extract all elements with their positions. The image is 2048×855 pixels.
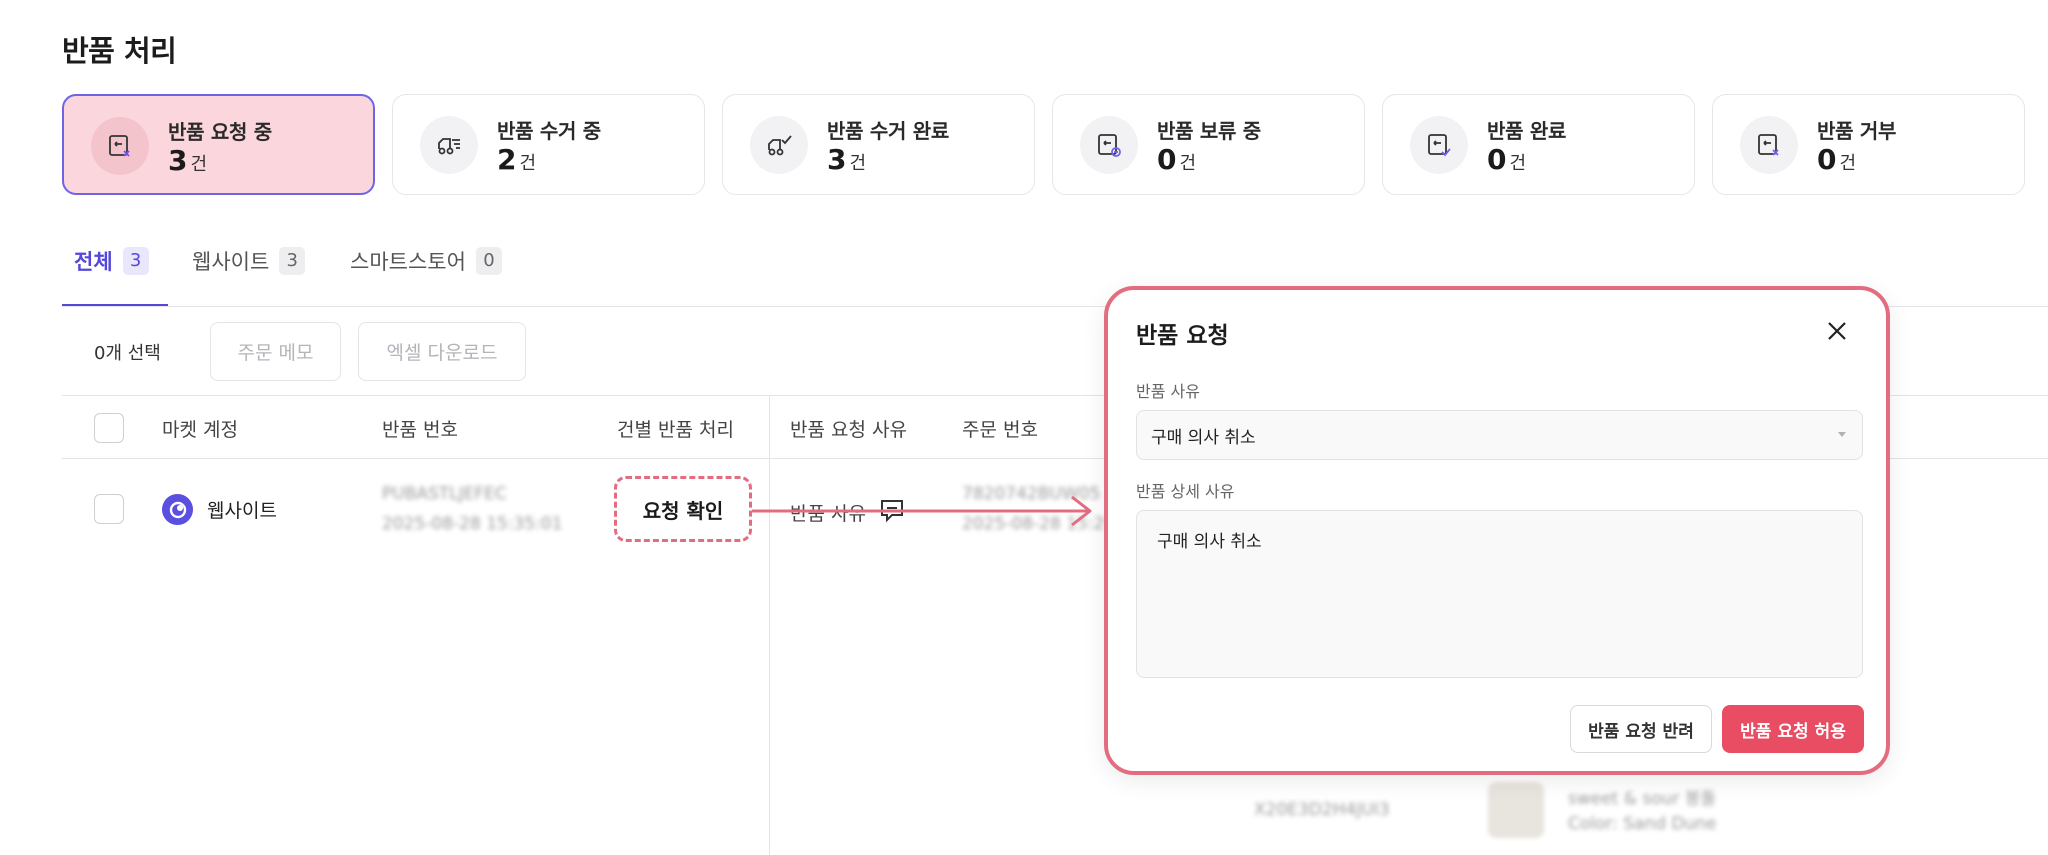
detail-reason-textarea[interactable]: 구매 의사 취소 bbox=[1136, 510, 1863, 678]
status-card-unit: 건 bbox=[849, 153, 867, 174]
return-date: 2025-08-28 15:35:01 bbox=[382, 514, 563, 534]
return-complete-icon bbox=[1410, 116, 1468, 174]
tab-label: 웹사이트 bbox=[192, 250, 270, 274]
status-card-hold[interactable]: 반품 보류 중 0건 bbox=[1052, 94, 1365, 195]
reason-select[interactable]: 구매 의사 취소 bbox=[1136, 410, 1863, 460]
website-logo-icon bbox=[162, 494, 193, 525]
status-card-pickup[interactable]: 반품 수거 중 2건 bbox=[392, 94, 705, 195]
product-thumbnail bbox=[1488, 782, 1544, 838]
status-card-unit: 건 bbox=[1509, 153, 1527, 174]
reason-field-label: 반품 사유 bbox=[1136, 382, 1200, 401]
status-card-count: 3 bbox=[168, 144, 188, 177]
tab-count-badge: 0 bbox=[475, 247, 502, 275]
detail-field-label: 반품 상세 사유 bbox=[1136, 482, 1235, 501]
tab-count-badge: 3 bbox=[279, 247, 306, 275]
reason-select-value: 구매 의사 취소 bbox=[1151, 427, 1256, 448]
column-divider bbox=[769, 396, 770, 855]
status-card-pickup-done[interactable]: 반품 수거 완료 3건 bbox=[722, 94, 1035, 195]
status-card-label: 반품 요청 중 bbox=[168, 120, 272, 144]
selected-count: 0개 선택 bbox=[94, 343, 161, 364]
status-card-unit: 건 bbox=[1179, 153, 1197, 174]
return-request-icon bbox=[91, 117, 149, 175]
pickup-truck-icon bbox=[420, 116, 478, 174]
tab-label: 전체 bbox=[74, 250, 113, 274]
column-header-market: 마켓 계정 bbox=[162, 419, 238, 441]
status-card-count: 0 bbox=[1487, 143, 1507, 176]
product-name: sweet & sour 봉돌 bbox=[1568, 789, 1717, 809]
allow-request-button[interactable]: 반품 요청 허용 bbox=[1722, 705, 1864, 753]
return-number: PUBASTLJEFEC bbox=[382, 484, 507, 504]
modal-title: 반품 요청 bbox=[1136, 323, 1229, 349]
return-request-modal: 반품 요청 반품 사유 구매 의사 취소 반품 상세 사유 구매 의사 취소 반… bbox=[1104, 286, 1890, 775]
select-all-checkbox[interactable] bbox=[94, 413, 124, 443]
status-card-label: 반품 거부 bbox=[1817, 119, 1897, 143]
status-card-count: 2 bbox=[497, 143, 517, 176]
status-card-count: 3 bbox=[827, 143, 847, 176]
order-number: X20E3D2H4JUI3 bbox=[1254, 800, 1390, 820]
status-card-requesting[interactable]: 반품 요청 중 3건 bbox=[62, 94, 375, 195]
row-checkbox[interactable] bbox=[94, 494, 124, 524]
column-header-return-no: 반품 번호 bbox=[382, 419, 458, 441]
status-card-count: 0 bbox=[1817, 143, 1837, 176]
request-confirm-button[interactable]: 요청 확인 bbox=[614, 476, 752, 542]
tab-website[interactable]: 웹사이트 3 bbox=[192, 246, 306, 276]
return-hold-icon bbox=[1080, 116, 1138, 174]
status-card-unit: 건 bbox=[190, 154, 208, 175]
tab-all[interactable]: 전체 3 bbox=[74, 246, 149, 276]
status-card-unit: 건 bbox=[519, 153, 537, 174]
status-card-label: 반품 수거 중 bbox=[497, 119, 601, 143]
market-account: 웹사이트 bbox=[162, 494, 277, 525]
product-option: Color: Sand Dune bbox=[1568, 814, 1717, 834]
column-header-reason: 반품 요청 사유 bbox=[790, 419, 907, 441]
tab-label: 스마트스토어 bbox=[350, 250, 466, 274]
pickup-done-icon bbox=[750, 116, 808, 174]
status-card-label: 반품 완료 bbox=[1487, 119, 1567, 143]
market-name: 웹사이트 bbox=[207, 500, 277, 522]
callout-arrow-icon bbox=[752, 495, 1092, 527]
chevron-down-icon bbox=[1838, 432, 1846, 437]
status-card-count: 0 bbox=[1157, 143, 1177, 176]
order-memo-button[interactable]: 주문 메모 bbox=[210, 322, 341, 381]
status-card-label: 반품 수거 완료 bbox=[827, 119, 949, 143]
status-card-reject[interactable]: 반품 거부 0건 bbox=[1712, 94, 2025, 195]
page-title: 반품 처리 bbox=[62, 34, 177, 68]
column-header-action: 건별 반품 처리 bbox=[617, 419, 734, 441]
reject-request-button[interactable]: 반품 요청 반려 bbox=[1570, 705, 1712, 753]
excel-download-button[interactable]: 엑셀 다운로드 bbox=[358, 322, 526, 381]
status-card-label: 반품 보류 중 bbox=[1157, 119, 1261, 143]
status-card-unit: 건 bbox=[1839, 153, 1857, 174]
return-reject-icon bbox=[1740, 116, 1798, 174]
status-card-complete[interactable]: 반품 완료 0건 bbox=[1382, 94, 1695, 195]
close-icon[interactable] bbox=[1824, 318, 1850, 344]
tab-count-badge: 3 bbox=[122, 247, 149, 275]
column-header-order-no: 주문 번호 bbox=[962, 419, 1038, 441]
tab-smartstore[interactable]: 스마트스토어 0 bbox=[350, 246, 502, 276]
